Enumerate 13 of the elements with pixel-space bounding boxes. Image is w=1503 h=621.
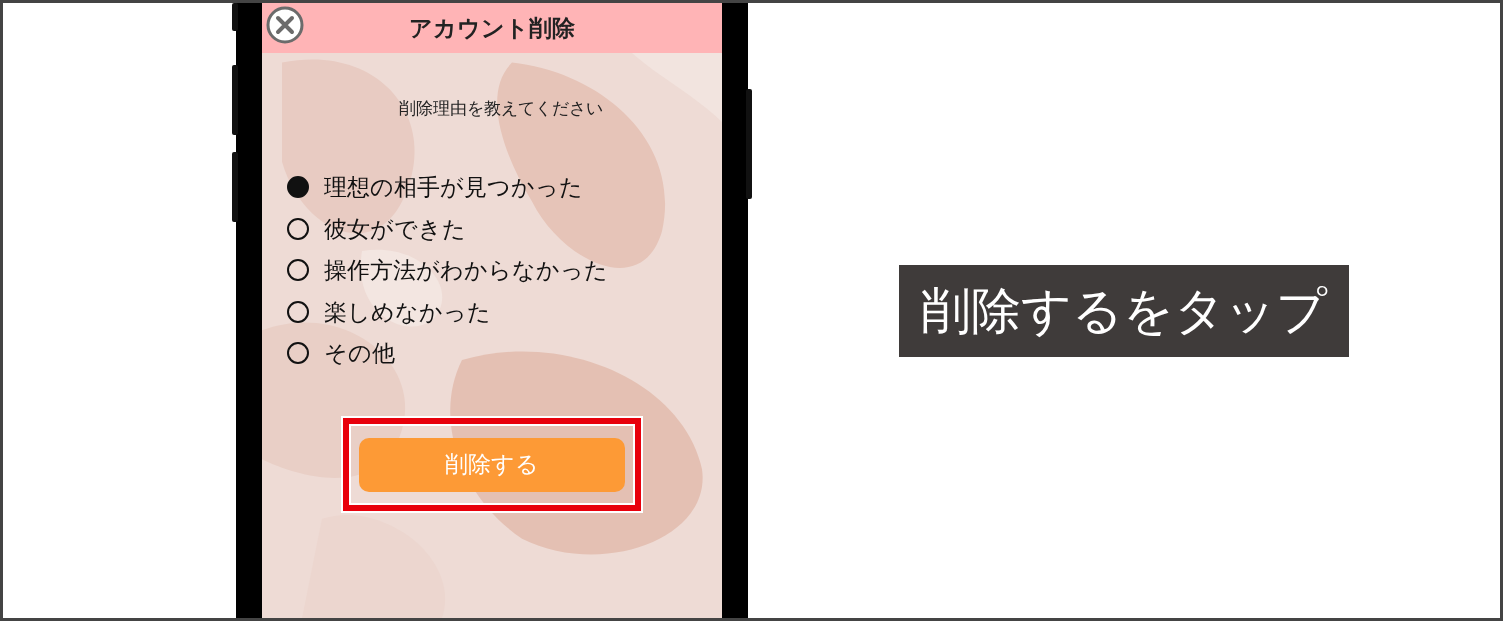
option-label[interactable]: その他: [324, 336, 395, 371]
radio-button[interactable]: [287, 259, 309, 282]
radio-button[interactable]: [287, 342, 309, 365]
screen-title: アカウント削除: [409, 13, 575, 43]
close-icon[interactable]: [265, 5, 305, 45]
radio-button[interactable]: [287, 217, 309, 240]
instruction-caption: 削除するをタップ: [899, 264, 1349, 357]
prompt-text: 削除理由を教えてください: [399, 98, 603, 118]
radio-button[interactable]: [287, 300, 309, 323]
option-label[interactable]: 理想の相手が見つかった: [324, 170, 583, 205]
option-label[interactable]: 彼女ができた: [324, 211, 466, 246]
option-label[interactable]: 楽しめなかった: [324, 294, 491, 329]
option-label[interactable]: 操作方法がわからなかった: [324, 253, 608, 288]
